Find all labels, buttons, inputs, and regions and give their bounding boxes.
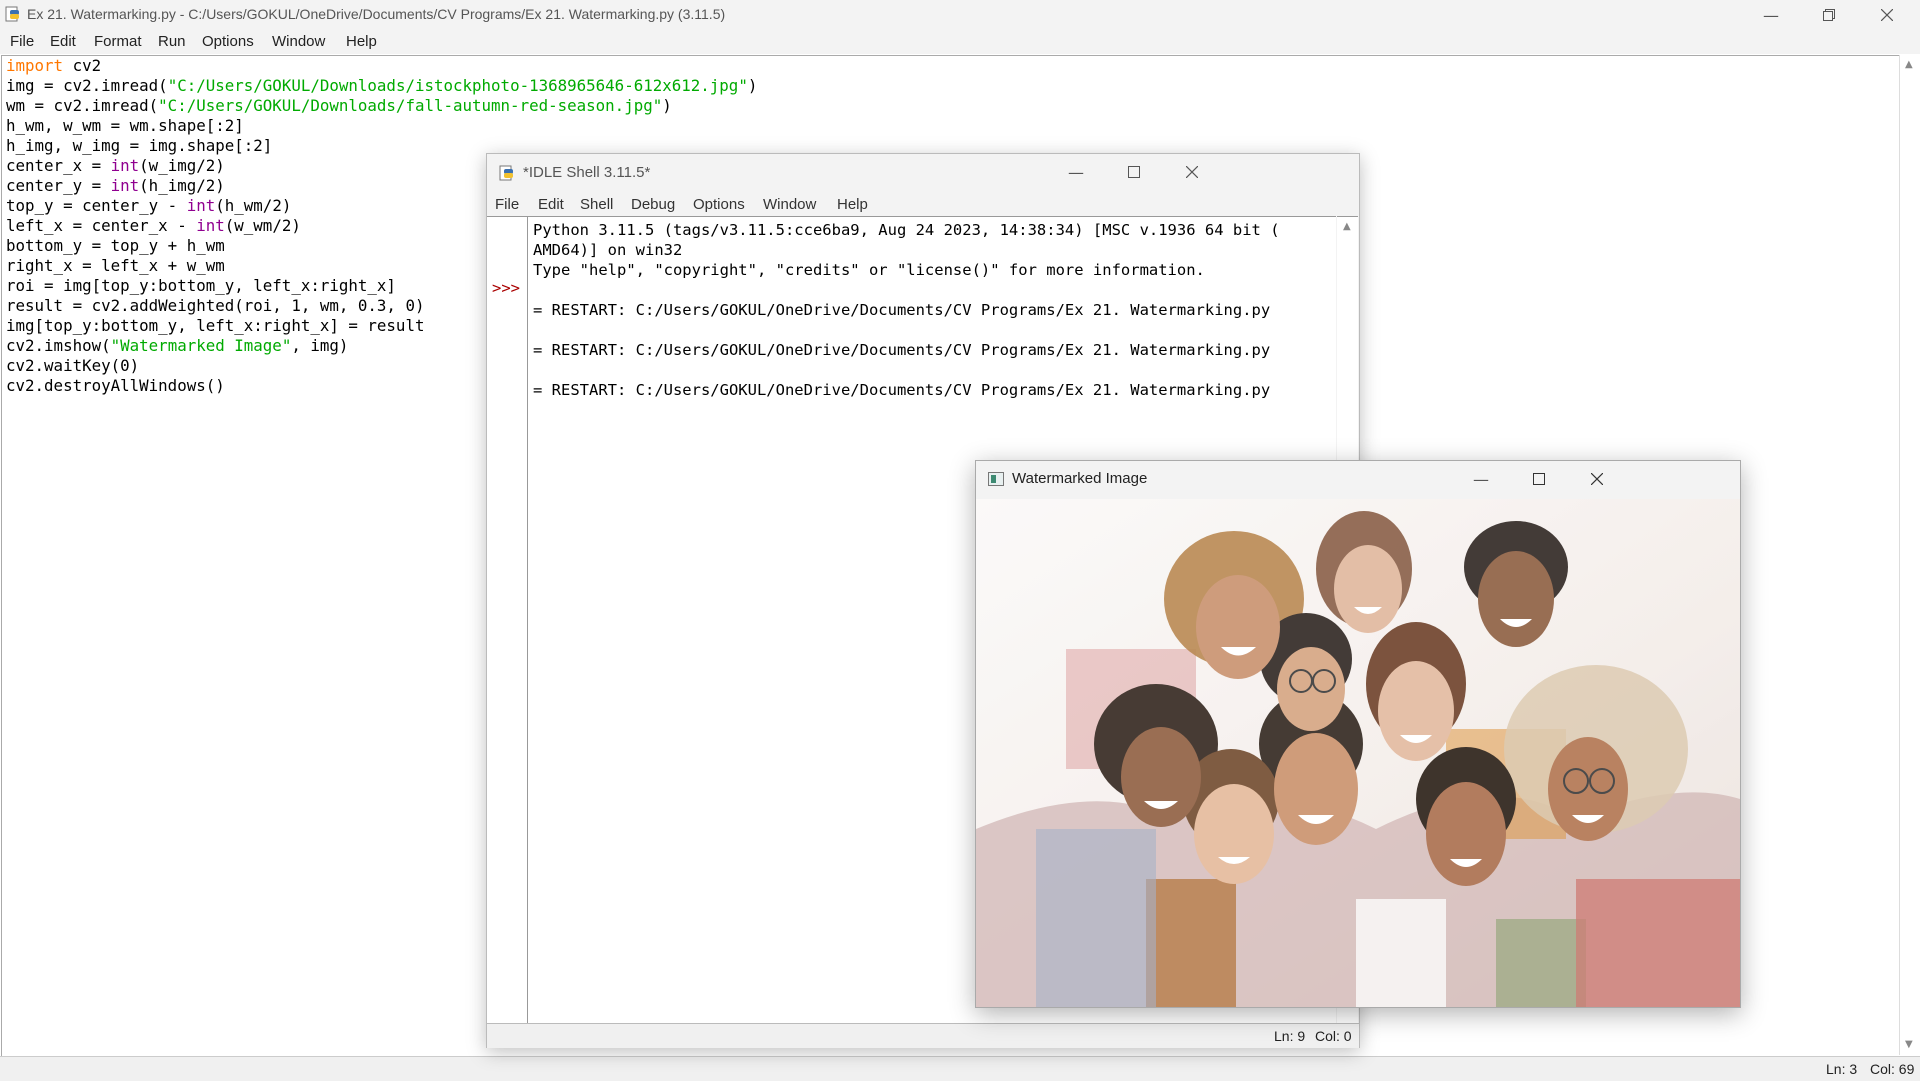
editor-scrollbar[interactable]: ▲ ▼ [1899, 55, 1920, 1055]
watermarked-image-window[interactable]: Watermarked Image — [975, 460, 1741, 1008]
close-button[interactable] [1858, 0, 1916, 30]
scroll-down-icon[interactable]: ▼ [1905, 1039, 1913, 1050]
close-icon [1186, 166, 1198, 178]
editor-titlebar[interactable]: Ex 21. Watermarking.py - C:/Users/GOKUL/… [0, 0, 1920, 30]
shell-menu-edit[interactable]: Edit [538, 196, 564, 213]
editor-col-status: Col: 69 [1870, 1061, 1915, 1077]
shell-col-status: Col: 0 [1315, 1028, 1352, 1044]
shell-maximize-button[interactable] [1105, 154, 1163, 190]
menu-run[interactable]: Run [158, 33, 186, 50]
scroll-up-icon[interactable]: ▲ [1905, 59, 1913, 70]
image-maximize-button[interactable] [1510, 461, 1568, 497]
minimize-icon: — [1068, 162, 1084, 182]
shell-menu-help[interactable]: Help [837, 196, 868, 213]
minimize-button[interactable]: — [1742, 0, 1800, 30]
shell-menu-shell[interactable]: Shell [580, 196, 613, 213]
python-file-icon [5, 6, 19, 22]
menu-file[interactable]: File [10, 33, 34, 50]
close-icon [1881, 9, 1893, 21]
watermarked-photo [976, 499, 1740, 1007]
shell-title: *IDLE Shell 3.11.5* [523, 164, 651, 181]
editor-menubar: File Edit Format Run Options Window Help [0, 30, 1920, 54]
shell-prompt: >>> [492, 279, 520, 297]
editor-title: Ex 21. Watermarking.py - C:/Users/GOKUL/… [27, 6, 726, 22]
image-close-button[interactable] [1568, 461, 1626, 497]
shell-statusbar: Ln: 9 Col: 0 [487, 1023, 1359, 1048]
shell-menu-debug[interactable]: Debug [631, 196, 675, 213]
shell-line-status: Ln: 9 [1274, 1028, 1306, 1044]
restore-icon [1823, 9, 1835, 21]
menu-window[interactable]: Window [272, 33, 325, 50]
editor-line-status: Ln: 3 [1826, 1061, 1858, 1077]
shell-prompt-gutter [487, 216, 528, 1023]
shell-menu-window[interactable]: Window [763, 196, 816, 213]
scroll-up-icon[interactable]: ▲ [1343, 221, 1351, 232]
image-window-title: Watermarked Image [1012, 470, 1148, 487]
minimize-icon: — [1473, 469, 1489, 489]
editor-statusbar: Ln: 3 Col: 69 [0, 1056, 1920, 1081]
shell-menu-options[interactable]: Options [693, 196, 745, 213]
shell-output-text[interactable]: Python 3.11.5 (tags/v3.11.5:cce6ba9, Aug… [533, 220, 1280, 400]
maximize-icon [1533, 473, 1545, 485]
opencv-window-icon [988, 472, 1004, 486]
menu-format[interactable]: Format [94, 33, 142, 50]
menu-edit[interactable]: Edit [50, 33, 76, 50]
image-minimize-button[interactable]: — [1452, 461, 1510, 497]
group-selfie-image [976, 499, 1740, 1007]
minimize-icon: — [1763, 5, 1779, 25]
restore-button[interactable] [1800, 0, 1858, 30]
python-file-icon [499, 165, 513, 181]
shell-minimize-button[interactable]: — [1047, 154, 1105, 190]
menu-help[interactable]: Help [346, 33, 377, 50]
menu-options[interactable]: Options [202, 33, 254, 50]
shell-close-button[interactable] [1163, 154, 1221, 190]
maximize-icon [1128, 166, 1140, 178]
close-icon [1591, 473, 1603, 485]
shell-menu-file[interactable]: File [495, 196, 519, 213]
